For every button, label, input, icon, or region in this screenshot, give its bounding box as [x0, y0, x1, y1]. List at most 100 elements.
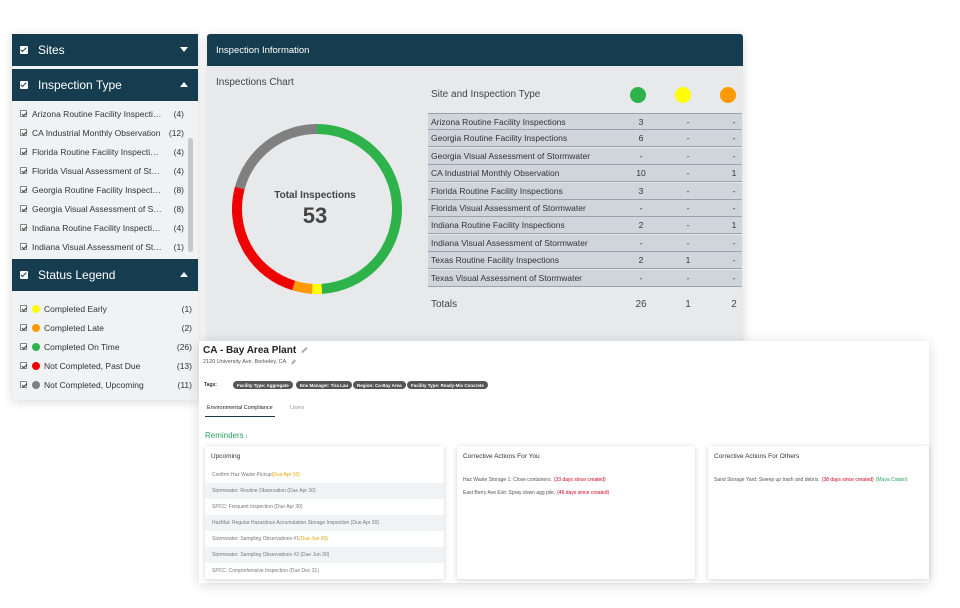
inspection-type-checkbox[interactable] [20, 110, 27, 117]
status-checkbox[interactable] [20, 324, 27, 331]
status-checkbox[interactable] [20, 381, 27, 388]
status-legend-item[interactable]: Completed Late (2) [20, 318, 198, 337]
chevron-up-icon[interactable] [180, 82, 188, 87]
inspection-type-checkbox[interactable] [20, 224, 27, 231]
site-inspection-name: Texas Visual Assessment of Stormwater [431, 272, 583, 283]
tag-env-manager[interactable]: Env Manager: Tira Lau [296, 381, 353, 389]
status-legend-item[interactable]: Not Completed, Upcoming (11) [20, 375, 198, 394]
inspection-type-item[interactable]: Georgia Routine Facility Inspections (8) [20, 180, 198, 199]
inspection-type-checkbox[interactable] [20, 167, 27, 174]
status-count-cell: 1 [731, 168, 737, 179]
site-inspection-name: Florida Routine Facility Inspections [431, 185, 563, 196]
site-title: CA - Bay Area Plant [203, 345, 308, 356]
site-detail-panel: CA - Bay Area Plant 2120 University Ave.… [199, 341, 929, 583]
status-count-cell: - [732, 203, 736, 213]
table-row[interactable]: Florida Routine Facility Inspections 3 - - [428, 182, 742, 200]
status-checkbox[interactable] [20, 343, 27, 350]
table-row[interactable]: Georgia Visual Assessment of Stormwater -… [428, 147, 742, 165]
inspection-type-item[interactable]: Florida Visual Assessment of Stormwater (… [20, 161, 198, 180]
edit-pencil-icon[interactable] [291, 359, 297, 365]
table-row[interactable]: Georgia Routine Facility Inspections 6 - - [428, 130, 742, 148]
reminders-info-icon[interactable]: i [246, 434, 247, 440]
reminder-item[interactable]: SPCC: Comprehensive Inspection (Due Dec … [205, 563, 444, 579]
table-row[interactable]: Indiana Visual Assessment of Stormwater -… [428, 234, 742, 252]
totals-label: Totals [431, 299, 458, 310]
reminders-title-text: Reminders [205, 431, 244, 440]
sites-header-label: Sites [38, 43, 65, 57]
reminder-item[interactable]: HazMat: Regular Hazardous Accumulation S… [205, 515, 444, 531]
tag-region[interactable]: Region: Ca-Bay Area [353, 381, 406, 389]
tag-facility-type-aggregate[interactable]: Facility Type: Aggregate [233, 381, 293, 389]
status-label: Not Completed, Upcoming [44, 379, 144, 390]
status-count-cell: - [639, 237, 643, 248]
table-row[interactable]: Texas Routine Facility Inspections 2 1 - [428, 252, 742, 270]
site-inspection-name: Georgia Visual Assessment of Stormwater [431, 150, 591, 161]
table-row[interactable]: Florida Visual Assessment of Stormwater -… [428, 200, 742, 217]
inspection-type-item[interactable]: Florida Routine Facility Inspections (4) [20, 142, 198, 161]
reminder-due-badge: (Due Jun 30) [298, 536, 328, 542]
reminder-text: SPCC: Frequent Inspection (Due Apr 30) [212, 504, 303, 510]
status-count: (11) [177, 379, 193, 390]
status-legend-item[interactable]: Completed Early (1) [20, 299, 198, 318]
reminder-item[interactable]: SPCC: Frequent Inspection (Due Apr 30) [205, 499, 444, 515]
reminder-item[interactable]: Stormwater: Routine Observation (Due Apr… [205, 483, 444, 499]
donut-slice-not-completed-upcoming[interactable] [235, 124, 318, 190]
inspection-type-count: (1) [173, 241, 184, 252]
status-legend-item[interactable]: Not Completed, Past Due (13) [20, 356, 198, 375]
inspection-type-item[interactable]: Arizona Routine Facility Inspections (4) [20, 104, 198, 123]
inspection-type-item[interactable]: Georgia Visual Assessment of Stormwater (… [20, 199, 198, 218]
sites-header[interactable]: Sites [12, 34, 198, 66]
inspection-type-item[interactable]: Indiana Routine Facility Inspections (4) [20, 218, 198, 237]
tags-label: Tags: [204, 382, 217, 388]
table-row[interactable]: Indiana Routine Facility Inspections 2 - 1 [428, 217, 742, 235]
status-legend-checkbox[interactable] [20, 271, 28, 279]
scrollbar[interactable] [188, 138, 193, 252]
edit-pencil-icon[interactable] [301, 347, 308, 354]
status-checkbox[interactable] [20, 362, 27, 369]
inspection-type-item[interactable]: Indiana Visual Assessment of Stormwater (… [20, 237, 198, 256]
corrective-action-text: East Berry Ave Exit: Spray down agg pile… [463, 490, 556, 496]
corrective-action-owner[interactable]: (Maya Cotato) [876, 477, 908, 483]
table-row[interactable]: Texas Visual Assessment of Stormwater - - - [428, 269, 742, 287]
corrective-action-item[interactable]: Haz Waste Storage 1: Close containers. (3… [463, 477, 606, 483]
inspection-type-checkbox[interactable] [20, 186, 27, 193]
inspection-type-checkbox[interactable] [20, 81, 28, 89]
site-address: 2120 University Ave. Berkeley, CA [203, 359, 297, 365]
inspection-type-count: (4) [173, 146, 184, 157]
table-row[interactable]: CA Industrial Monthly Observation 10 - 1 [428, 165, 742, 183]
inspection-type-count: (4) [173, 222, 184, 233]
tag-facility-type-ready-mix[interactable]: Facility Type: Ready-Mix Concrete [407, 381, 488, 389]
status-count-cell: 10 [636, 168, 646, 179]
inspection-type-checkbox[interactable] [20, 205, 27, 212]
status-legend-header[interactable]: Status Legend [12, 259, 198, 291]
inspection-type-label: Indiana Routine Facility Inspections [32, 222, 162, 233]
tab-environmental-compliance[interactable]: Environmental Compliance [207, 405, 273, 411]
sites-checkbox[interactable] [20, 46, 28, 54]
chevron-up-icon[interactable] [180, 272, 188, 277]
reminder-item[interactable]: Stormwater: Sampling Observations #2 (Du… [205, 547, 444, 563]
chevron-down-icon[interactable] [180, 47, 188, 52]
corrective-actions-you-card: Corrective Actions For You Haz Waste Sto… [457, 446, 695, 579]
corrective-action-item[interactable]: Sand Storage Yard: Sweep up trash and de… [714, 477, 907, 483]
status-count-cell: 6 [638, 133, 644, 144]
table-row[interactable]: Arizona Routine Facility Inspections 3 - - [428, 113, 742, 130]
corrective-action-item[interactable]: East Berry Ave Exit: Spray down agg pile… [463, 490, 609, 496]
reminder-item[interactable]: Confirm Haz Waste Pickup (Due Apr 10) [205, 467, 444, 483]
status-count-cell: 2 [638, 220, 644, 231]
totals-row: Totals 26 1 2 [428, 297, 742, 313]
donut-slice-completed-late[interactable] [292, 280, 313, 294]
corrective-action-text: Haz Waste Storage 1: Close containers. [463, 477, 552, 483]
status-legend-item[interactable]: Completed On Time (26) [20, 337, 198, 356]
inspection-type-checkbox[interactable] [20, 243, 27, 250]
corrective-action-age: (46 days since created) [557, 490, 610, 496]
inspection-type-checkbox[interactable] [20, 129, 27, 136]
inspection-type-header[interactable]: Inspection Type [12, 69, 198, 101]
status-checkbox[interactable] [20, 305, 27, 312]
status-count-cell: - [732, 133, 736, 144]
inspection-type-item[interactable]: CA Industrial Monthly Observation (12) [20, 123, 198, 142]
status-count: (2) [181, 322, 192, 333]
inspection-type-checkbox[interactable] [20, 148, 27, 155]
reminder-item[interactable]: Stormwater: Sampling Observations #1 (Du… [205, 531, 444, 547]
tab-users[interactable]: Users [290, 405, 304, 411]
status-count-cell: - [639, 203, 643, 213]
